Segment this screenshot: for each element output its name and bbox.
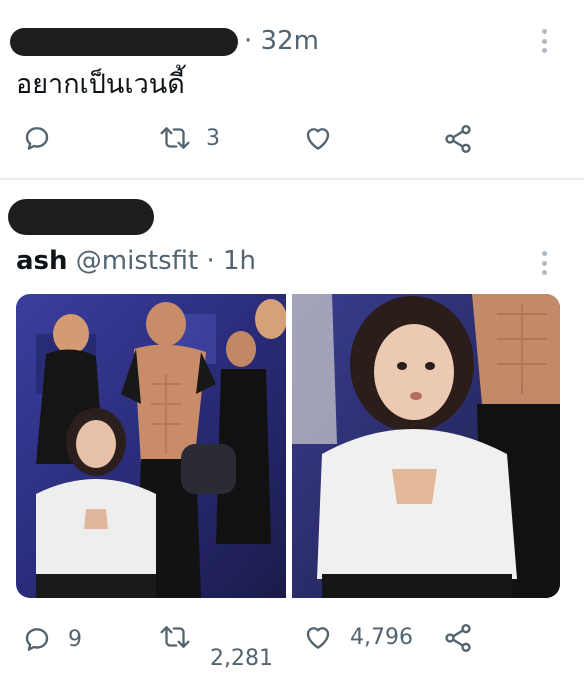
retweet-count: 3 [206,125,220,151]
redacted-username [10,28,238,56]
reply-icon [25,127,49,150]
share-button[interactable] [442,622,474,654]
tweet-author-row[interactable]: ash @mistsfit · 1h [16,246,256,276]
retweet-button[interactable] [158,622,192,652]
redacted-retweet-context [8,199,154,235]
more-icon[interactable] [532,248,556,278]
tweet-timestamp[interactable]: · 32m [244,26,319,56]
like-button[interactable] [302,123,334,153]
reply-button[interactable] [22,123,52,153]
tweet-photo-2[interactable] [292,294,560,598]
share-icon [445,125,471,153]
author-handle[interactable]: @mistsfit [76,246,198,276]
tweet-divider [0,178,584,180]
retweet-count: 2,281 [210,646,273,671]
author-name[interactable]: ash [16,246,68,276]
tweet-timestamp[interactable]: · 1h [206,246,256,276]
reply-icon [25,628,49,651]
reply-button[interactable]: 9 [22,624,82,654]
like-count: 4,796 [350,624,413,650]
share-button[interactable] [442,123,474,155]
tweet-1[interactable]: · 32m อยากเป็นเวนดี้ 3 [0,0,584,180]
tweet-photo-1[interactable] [16,294,286,598]
reply-count: 9 [68,626,82,652]
photo-2-image [292,294,560,598]
retweet-button[interactable]: 3 [158,123,220,153]
share-icon [445,624,471,652]
photo-1-image [16,294,286,598]
retweet-icon [160,127,190,149]
like-icon [306,128,330,150]
retweet-icon [160,626,190,648]
tweet-text: อยากเป็นเวนดี้ [16,69,185,100]
like-button[interactable]: 4,796 [302,622,413,652]
like-icon [306,627,330,649]
more-icon[interactable] [532,26,556,56]
